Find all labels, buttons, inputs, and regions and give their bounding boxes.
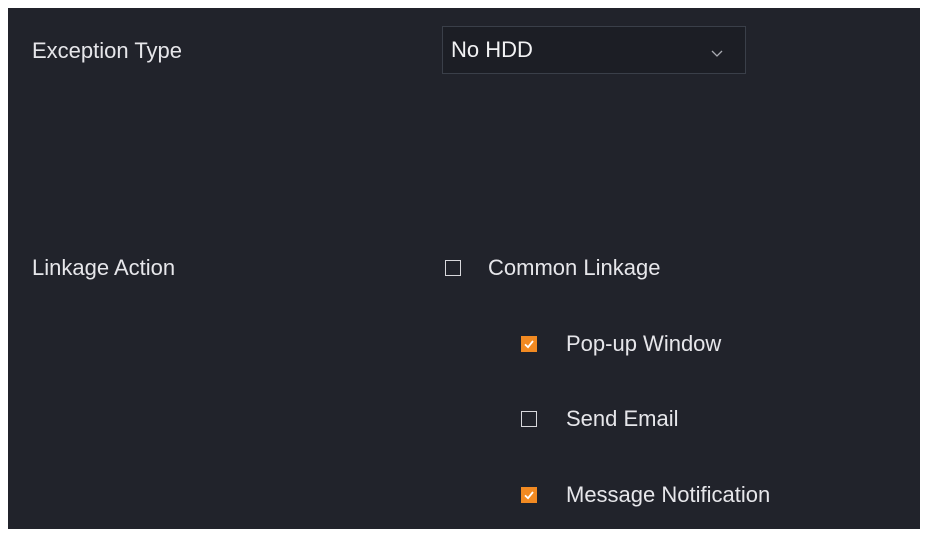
send-email-label: Send Email [566, 406, 679, 431]
popup-window-label: Pop-up Window [566, 331, 722, 356]
checkbox-box[interactable] [521, 411, 537, 427]
linkage-action-label: Linkage Action [32, 255, 176, 280]
popup-window-checkbox[interactable]: Pop-up Window [521, 330, 721, 358]
message-notification-label: Message Notification [566, 482, 771, 507]
common-linkage-checkbox[interactable]: Common Linkage [445, 254, 660, 282]
exception-type-select[interactable]: No HDD [442, 26, 746, 74]
exception-type-label: Exception Type [32, 38, 183, 63]
message-notification-checkbox[interactable]: Message Notification [521, 481, 770, 509]
check-icon [524, 491, 534, 500]
common-linkage-label: Common Linkage [488, 255, 661, 280]
checkbox-box[interactable] [521, 336, 537, 352]
send-email-checkbox[interactable]: Send Email [521, 405, 679, 433]
checkbox-box[interactable] [521, 487, 537, 503]
exception-type-selected-value: No HDD [451, 37, 533, 62]
exception-settings-panel: Exception Type No HDD Linkage Action Com… [8, 8, 920, 529]
chevron-down-icon [711, 45, 723, 57]
checkbox-box[interactable] [445, 260, 461, 276]
check-icon [524, 340, 534, 349]
